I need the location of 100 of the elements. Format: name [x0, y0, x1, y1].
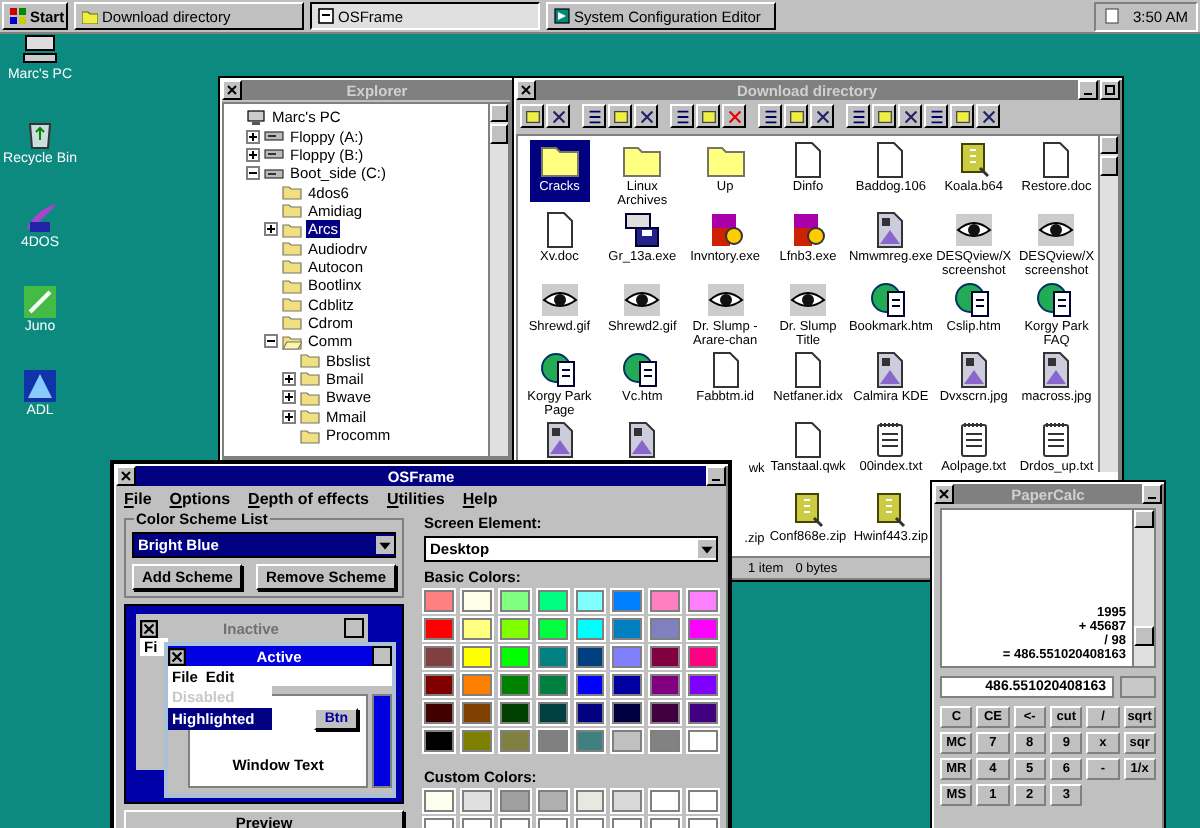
- color-swatch[interactable]: [612, 730, 643, 752]
- toolbar-button[interactable]: [634, 104, 658, 128]
- globe-document-icon[interactable]: [953, 282, 994, 318]
- color-swatch[interactable]: [688, 618, 718, 640]
- expand-toggle[interactable]: [282, 390, 296, 405]
- toolbar-button[interactable]: [846, 104, 870, 128]
- color-swatch[interactable]: [461, 646, 492, 668]
- color-swatch[interactable]: [499, 730, 530, 752]
- toolbar-button[interactable]: [976, 104, 1000, 128]
- color-swatch[interactable]: [575, 674, 605, 696]
- expand-toggle[interactable]: [282, 409, 296, 424]
- color-swatch[interactable]: [499, 702, 530, 724]
- color-swatch[interactable]: [424, 790, 454, 812]
- color-swatch[interactable]: [650, 674, 681, 696]
- color-swatch[interactable]: [575, 646, 605, 668]
- expand-toggle[interactable]: [246, 129, 260, 144]
- eye-picture-icon[interactable]: [705, 282, 746, 318]
- toolbar-button[interactable]: [758, 104, 782, 128]
- toolbar-button[interactable]: [924, 104, 948, 128]
- color-swatch[interactable]: [575, 702, 605, 724]
- color-swatch[interactable]: [575, 618, 605, 640]
- toolbar-button[interactable]: [520, 104, 544, 128]
- color-swatch[interactable]: [461, 590, 492, 612]
- globe-document-icon[interactable]: [622, 352, 663, 388]
- color-swatch[interactable]: [537, 590, 567, 612]
- color-swatch[interactable]: [575, 730, 605, 752]
- globe-document-icon[interactable]: [870, 282, 911, 318]
- color-swatch[interactable]: [424, 674, 454, 696]
- pen-icon[interactable]: [22, 286, 58, 318]
- toolbar-button[interactable]: [582, 104, 606, 128]
- eye-picture-icon[interactable]: [1036, 212, 1077, 248]
- color-swatch[interactable]: [612, 702, 643, 724]
- color-swatch[interactable]: [688, 790, 718, 812]
- color-swatch[interactable]: [612, 590, 643, 612]
- color-swatch[interactable]: [650, 590, 681, 612]
- color-swatch[interactable]: [461, 730, 492, 752]
- toolbar-button[interactable]: [722, 104, 746, 128]
- color-swatch[interactable]: [688, 590, 718, 612]
- globe-document-icon[interactable]: [1036, 282, 1077, 318]
- scrollbar[interactable]: [488, 104, 508, 456]
- toolbar-button[interactable]: [696, 104, 720, 128]
- color-swatch[interactable]: [537, 790, 567, 812]
- feather-icon[interactable]: [22, 202, 58, 234]
- color-swatch[interactable]: [461, 618, 492, 640]
- color-swatch[interactable]: [612, 646, 643, 668]
- color-swatch[interactable]: [537, 618, 567, 640]
- toolbar-button[interactable]: [784, 104, 808, 128]
- menu-item[interactable]: Options: [169, 489, 231, 507]
- color-swatch[interactable]: [650, 730, 681, 752]
- triangle-icon[interactable]: [22, 370, 58, 402]
- toolbar-button[interactable]: [670, 104, 694, 128]
- expand-toggle[interactable]: [282, 371, 296, 386]
- expand-toggle[interactable]: [246, 147, 260, 162]
- toolbar-button[interactable]: [810, 104, 834, 128]
- toolbar-button[interactable]: [872, 104, 896, 128]
- color-swatch[interactable]: [688, 730, 718, 752]
- floppy-computer-icon[interactable]: [622, 212, 663, 248]
- color-swatch[interactable]: [424, 702, 454, 724]
- eye-picture-icon[interactable]: [539, 282, 580, 318]
- expand-toggle[interactable]: [264, 222, 278, 237]
- scrollbar[interactable]: [1132, 510, 1154, 666]
- minimize-button[interactable]: [706, 466, 726, 486]
- color-swatch[interactable]: [575, 590, 605, 612]
- color-swatch[interactable]: [537, 646, 567, 668]
- eye-picture-icon[interactable]: [787, 282, 828, 318]
- color-swatch[interactable]: [688, 646, 718, 668]
- color-swatch[interactable]: [612, 790, 643, 812]
- expand-toggle[interactable]: [264, 334, 278, 349]
- color-swatch[interactable]: [424, 730, 454, 752]
- menu-item[interactable]: Help: [462, 489, 498, 507]
- color-swatch[interactable]: [424, 618, 454, 640]
- menu-item[interactable]: Utilities: [386, 489, 445, 507]
- color-swatch[interactable]: [650, 646, 681, 668]
- folder-icon[interactable]: [539, 142, 580, 178]
- color-swatch[interactable]: [537, 730, 567, 752]
- color-swatch[interactable]: [499, 618, 530, 640]
- scrollbar[interactable]: [1098, 136, 1118, 472]
- eye-picture-icon[interactable]: [622, 282, 663, 318]
- color-swatch[interactable]: [612, 674, 643, 696]
- toolbar-button[interactable]: [608, 104, 632, 128]
- color-swatch[interactable]: [424, 590, 454, 612]
- computer-icon[interactable]: [22, 34, 58, 66]
- toolbar-button[interactable]: [898, 104, 922, 128]
- color-swatch[interactable]: [461, 790, 492, 812]
- color-swatch[interactable]: [688, 674, 718, 696]
- close-button[interactable]: [116, 466, 136, 486]
- menu-item[interactable]: Depth of effects: [248, 489, 369, 507]
- color-swatch[interactable]: [650, 618, 681, 640]
- color-swatch[interactable]: [575, 790, 605, 812]
- color-swatch[interactable]: [612, 618, 643, 640]
- toolbar-button[interactable]: [546, 104, 570, 128]
- toolbar-button[interactable]: [950, 104, 974, 128]
- color-swatch[interactable]: [499, 790, 530, 812]
- color-swatch[interactable]: [650, 702, 681, 724]
- color-swatch[interactable]: [499, 590, 530, 612]
- eye-picture-icon[interactable]: [953, 212, 994, 248]
- color-swatch[interactable]: [537, 702, 567, 724]
- color-swatch[interactable]: [461, 674, 492, 696]
- color-swatch[interactable]: [499, 674, 530, 696]
- color-swatch[interactable]: [537, 674, 567, 696]
